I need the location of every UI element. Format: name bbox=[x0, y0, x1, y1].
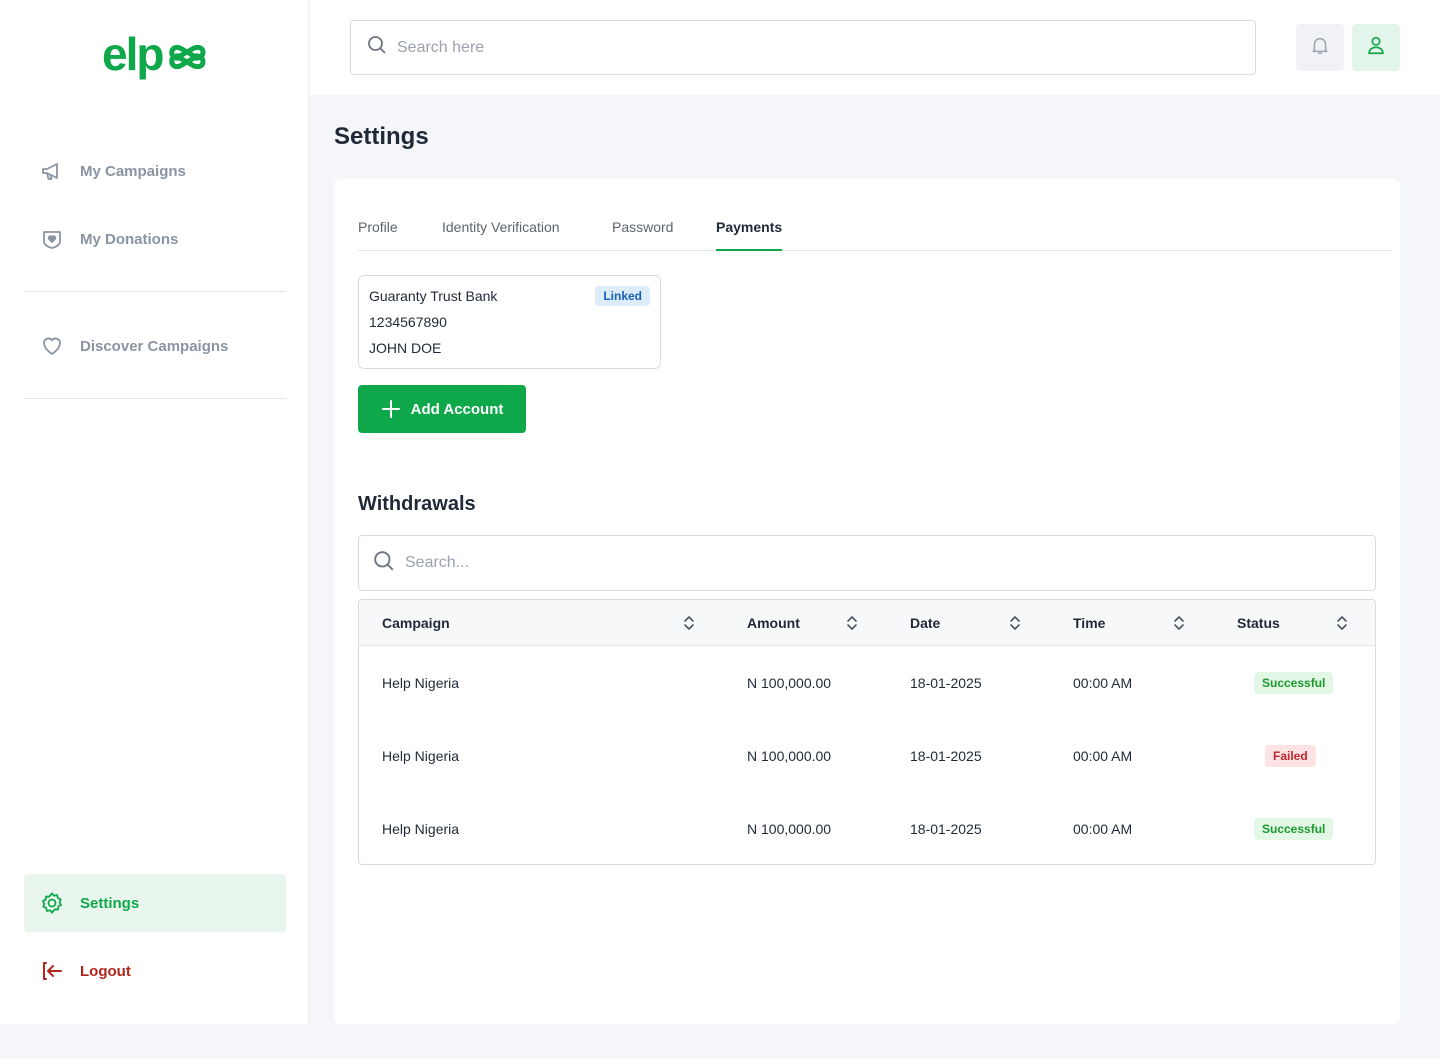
column-header-amount[interactable]: Amount bbox=[747, 600, 800, 646]
column-header-status[interactable]: Status bbox=[1237, 600, 1280, 646]
settings-gear-icon bbox=[40, 891, 64, 915]
sidebar-item-label: My Campaigns bbox=[80, 162, 186, 180]
sidebar-item-discover-campaigns[interactable]: Discover Campaigns bbox=[24, 318, 286, 374]
status-badge: Successful bbox=[1254, 817, 1334, 840]
withdrawals-table: Campaign Amount Date Time Status Help Ni… bbox=[358, 599, 1376, 865]
top-bar bbox=[310, 0, 1440, 95]
svg-text:elp: elp bbox=[102, 30, 163, 80]
bank-name: Guaranty Trust Bank bbox=[369, 288, 498, 304]
account-number: 1234567890 bbox=[369, 314, 447, 330]
cell-campaign: Help Nigeria bbox=[382, 820, 460, 837]
plus-icon bbox=[381, 399, 401, 419]
elpx-logo[interactable]: elp bbox=[102, 28, 212, 88]
tab-profile[interactable]: Profile bbox=[358, 219, 398, 251]
cell-date: 18-01-2025 bbox=[910, 820, 982, 837]
cell-campaign: Help Nigeria bbox=[382, 747, 460, 764]
withdrawals-search-input[interactable] bbox=[405, 554, 1375, 572]
table-header: Campaign Amount Date Time Status bbox=[359, 600, 1375, 646]
megaphone-icon bbox=[40, 159, 64, 183]
logout-icon bbox=[40, 959, 64, 983]
status-badge: Failed bbox=[1265, 744, 1316, 767]
sort-icon[interactable] bbox=[679, 613, 699, 633]
table-row[interactable]: Help Nigeria N 100,000.00 18-01-2025 00:… bbox=[359, 646, 1375, 719]
sidebar-item-my-campaigns[interactable]: My Campaigns bbox=[24, 143, 286, 199]
sort-icon[interactable] bbox=[1169, 613, 1189, 633]
sidebar-item-label: Discover Campaigns bbox=[80, 337, 229, 355]
heart-icon bbox=[40, 334, 64, 358]
global-search[interactable] bbox=[350, 20, 1256, 75]
cell-date: 18-01-2025 bbox=[910, 674, 982, 691]
logout-button[interactable]: Logout bbox=[24, 943, 286, 999]
bell-icon bbox=[1309, 34, 1331, 61]
sidebar-divider bbox=[24, 398, 286, 399]
cell-time: 00:00 AM bbox=[1073, 674, 1133, 691]
table-row[interactable]: Help Nigeria N 100,000.00 18-01-2025 00:… bbox=[359, 719, 1375, 792]
add-account-button[interactable]: Add Account bbox=[358, 385, 526, 433]
search-icon bbox=[367, 35, 387, 60]
add-account-label: Add Account bbox=[410, 400, 504, 418]
settings-tabs: Profile Identity Verification Password P… bbox=[358, 211, 1392, 251]
global-search-input[interactable] bbox=[397, 38, 1255, 57]
cell-date: 18-01-2025 bbox=[910, 747, 982, 764]
sort-icon[interactable] bbox=[1332, 613, 1352, 633]
withdrawals-title: Withdrawals bbox=[358, 493, 476, 515]
linked-bank-account-card[interactable]: Guaranty Trust Bank 1234567890 JOHN DOE … bbox=[358, 275, 661, 369]
column-header-campaign[interactable]: Campaign bbox=[382, 600, 450, 646]
sort-icon[interactable] bbox=[1005, 613, 1025, 633]
sidebar-item-label: Settings bbox=[80, 894, 140, 912]
profile-button[interactable] bbox=[1352, 24, 1400, 71]
notifications-button[interactable] bbox=[1296, 24, 1344, 71]
table-row[interactable]: Help Nigeria N 100,000.00 18-01-2025 00:… bbox=[359, 792, 1375, 864]
column-header-time[interactable]: Time bbox=[1073, 600, 1105, 646]
account-holder-name: JOHN DOE bbox=[369, 340, 442, 356]
tab-payments[interactable]: Payments bbox=[716, 219, 783, 251]
cell-time: 00:00 AM bbox=[1073, 747, 1133, 764]
cell-amount: N 100,000.00 bbox=[747, 674, 832, 691]
search-icon bbox=[373, 550, 395, 577]
cell-time: 00:00 AM bbox=[1073, 820, 1133, 837]
status-badge: Successful bbox=[1254, 671, 1334, 694]
column-header-date[interactable]: Date bbox=[910, 600, 940, 646]
sidebar-divider bbox=[24, 291, 286, 292]
tab-password[interactable]: Password bbox=[612, 219, 673, 251]
sort-icon[interactable] bbox=[842, 613, 862, 633]
sidebar: elp My Campaigns My Donations Discover C… bbox=[0, 0, 309, 1024]
tab-identity-verification[interactable]: Identity Verification bbox=[442, 219, 560, 251]
logout-label: Logout bbox=[80, 962, 131, 980]
sidebar-item-my-donations[interactable]: My Donations bbox=[24, 211, 286, 267]
page-title: Settings bbox=[334, 123, 429, 150]
sidebar-item-settings[interactable]: Settings bbox=[24, 874, 286, 932]
sidebar-item-label: My Donations bbox=[80, 230, 179, 248]
cell-campaign: Help Nigeria bbox=[382, 674, 460, 691]
donation-heart-icon bbox=[40, 227, 64, 251]
cell-amount: N 100,000.00 bbox=[747, 747, 832, 764]
withdrawals-search[interactable] bbox=[358, 535, 1376, 591]
user-icon bbox=[1365, 34, 1387, 61]
settings-card: Profile Identity Verification Password P… bbox=[334, 179, 1400, 1024]
cell-amount: N 100,000.00 bbox=[747, 820, 832, 837]
linked-badge: Linked bbox=[595, 286, 650, 306]
